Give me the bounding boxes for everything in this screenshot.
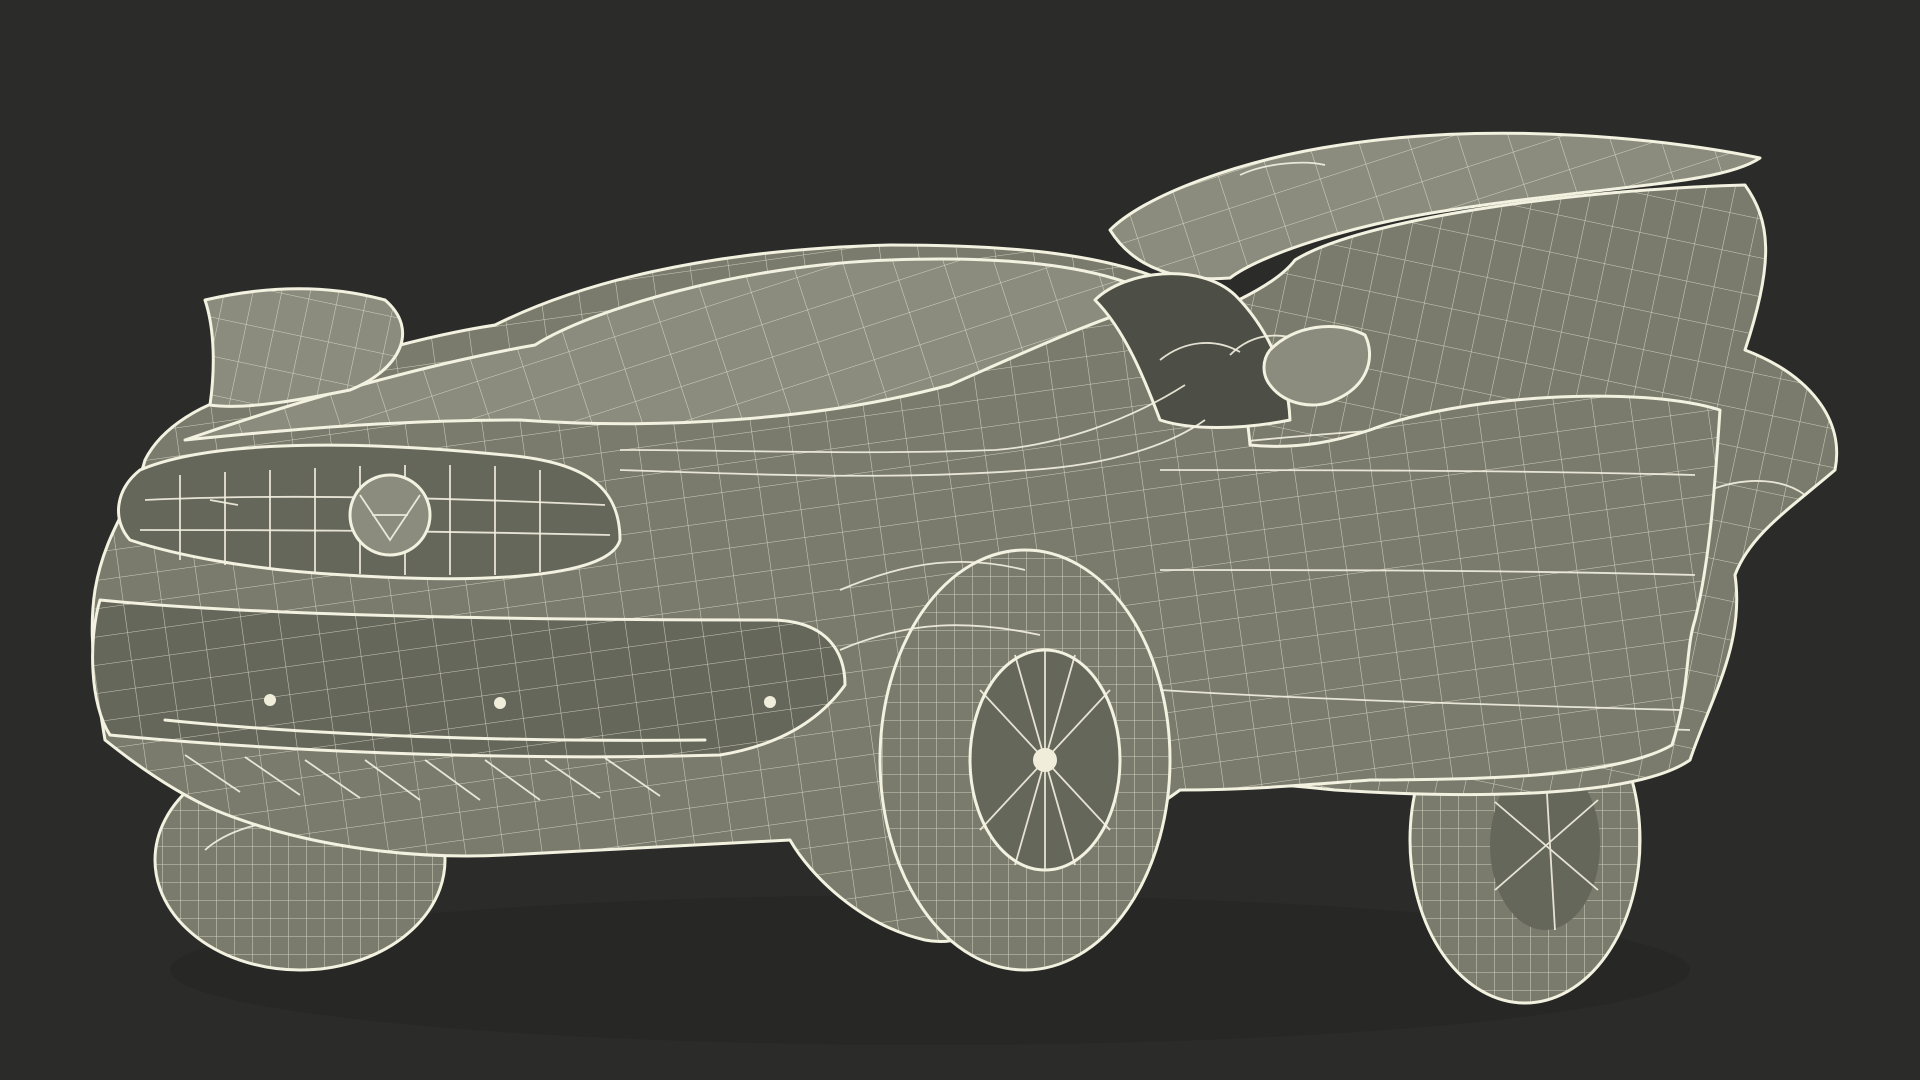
front-right-wheel: [878, 548, 1172, 972]
render-viewport: [0, 0, 1920, 1080]
wireframe-car-illustration: [90, 131, 1839, 1045]
